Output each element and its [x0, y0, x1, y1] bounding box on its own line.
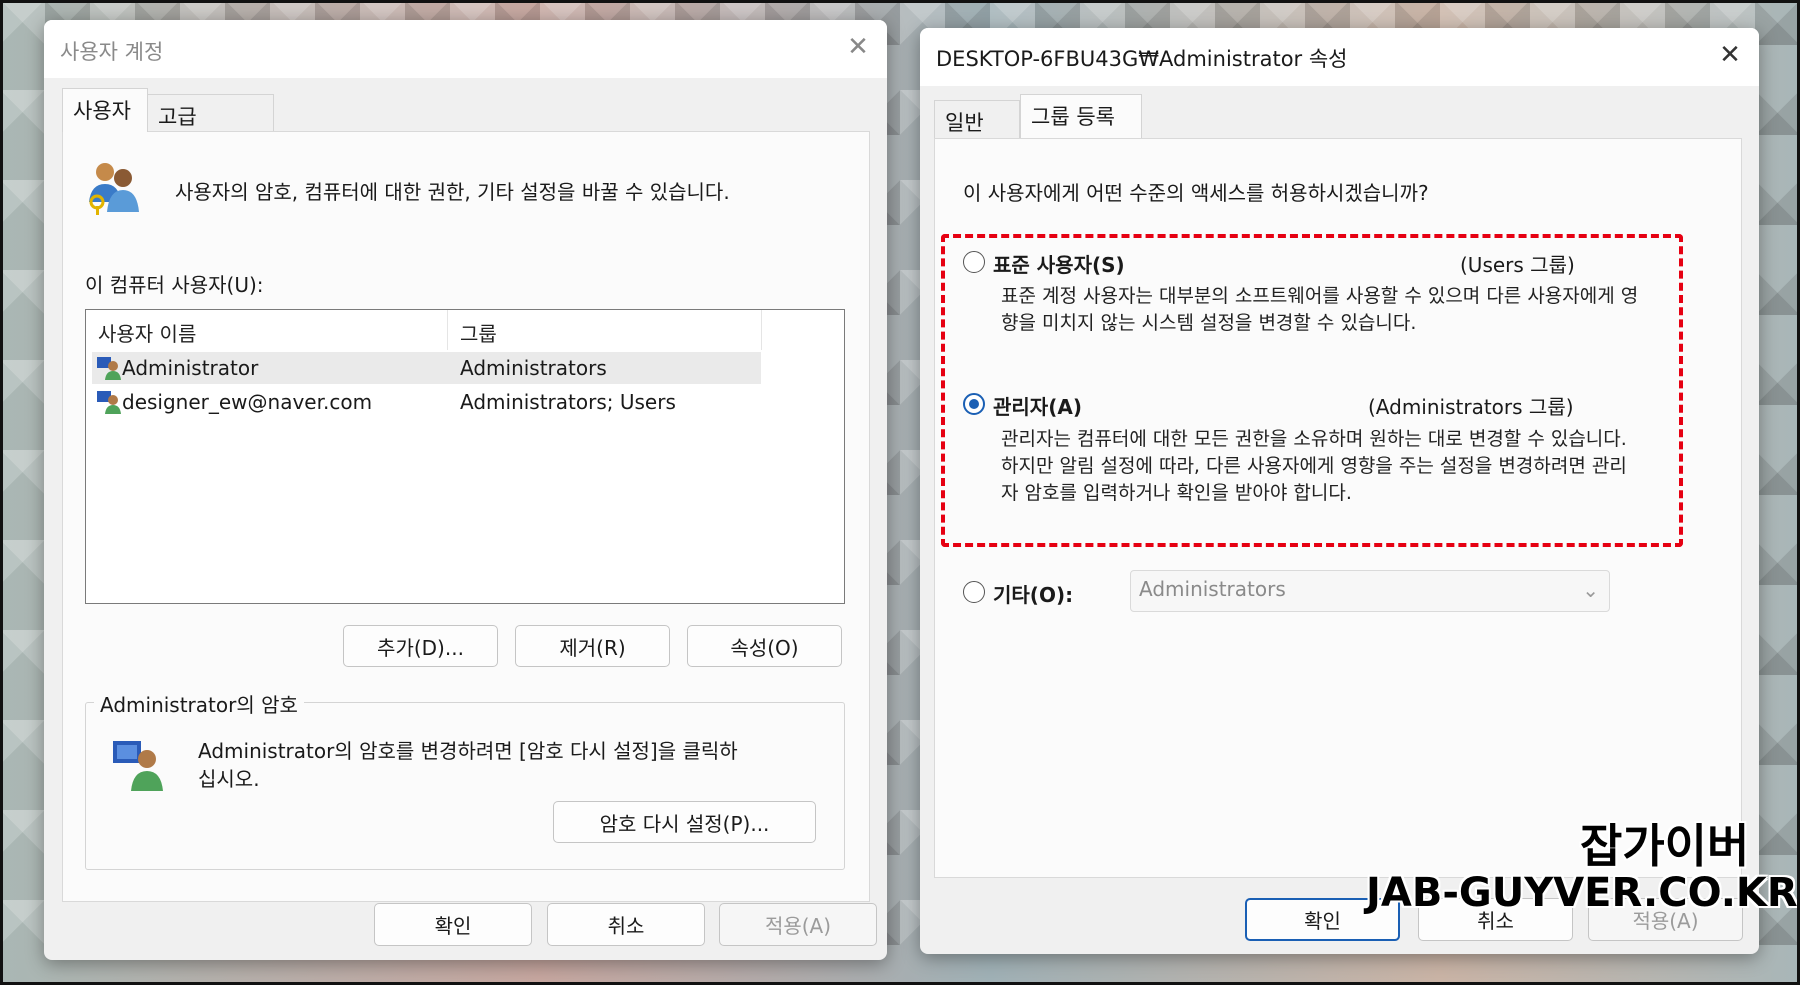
administrator-radio[interactable]	[963, 393, 985, 415]
standard-user-description: 표준 계정 사용자는 대부분의 소프트웨어를 사용할 수 있으며 다른 사용자에…	[1001, 285, 1639, 334]
password-text-line1: Administrator의 암호를 변경하려면 [암호 다시 설정]을 클릭하	[198, 739, 738, 763]
user-accounts-titlebar: 사용자 계정 ✕	[44, 20, 887, 78]
intro-text: 사용자의 암호, 컴퓨터에 대한 권한, 기타 설정을 바꿀 수 있습니다.	[175, 180, 730, 204]
other-radio[interactable]	[963, 581, 985, 603]
group-membership-panel: 이 사용자에게 어떤 수준의 액세스를 허용하시겠습니까? 표준 사용자(S) …	[934, 138, 1742, 878]
tab-users[interactable]: 사용자	[62, 88, 148, 132]
administrator-description: 관리자는 컴퓨터에 대한 모든 권한을 소유하며 원하는 대로 변경할 수 있습…	[1001, 428, 1627, 504]
administrator-label[interactable]: 관리자(A)	[993, 391, 1082, 420]
user-icon	[97, 357, 121, 380]
reset-password-button[interactable]: 암호 다시 설정(P)...	[553, 801, 816, 843]
standard-user-label[interactable]: 표준 사용자(S)	[993, 249, 1125, 278]
users-list-label: 이 컴퓨터 사용자(U):	[85, 273, 264, 297]
chevron-down-icon: ⌄	[1582, 578, 1599, 602]
user-name-cell: designer_ew@naver.com	[122, 390, 373, 414]
other-group-value: Administrators	[1139, 577, 1286, 601]
properties-titlebar: DESKTOP-6FBU43G₩Administrator 속성 ✕	[920, 28, 1759, 86]
add-button[interactable]: 추가(D)...	[343, 625, 498, 667]
watermark-korean: 잡가이버	[1580, 819, 1750, 873]
user-icon	[113, 741, 163, 791]
table-row[interactable]: Administrator Administrators	[92, 352, 761, 384]
remove-button[interactable]: 제거(R)	[515, 625, 670, 667]
standard-user-group: (Users 그룹)	[1460, 253, 1575, 277]
tab-general[interactable]: 일반	[934, 100, 1020, 138]
dialog-title: 사용자 계정	[60, 40, 164, 64]
dialog-title: DESKTOP-6FBU43G₩Administrator 속성	[936, 47, 1348, 71]
users-list[interactable]: 사용자 이름 그룹 Administrator Administrators d…	[85, 309, 845, 604]
cancel-button[interactable]: 취소	[547, 903, 705, 946]
watermark-url: JAB-GUYVER.CO.KR	[1366, 870, 1798, 916]
access-question: 이 사용자에게 어떤 수준의 액세스를 허용하시겠습니까?	[963, 181, 1429, 205]
user-icon	[97, 391, 121, 414]
close-icon[interactable]: ✕	[843, 32, 873, 62]
ok-button[interactable]: 확인	[374, 903, 532, 946]
user-group-cell: Administrators; Users	[460, 390, 676, 414]
administrator-group: (Administrators 그룹)	[1368, 395, 1574, 419]
password-text-line2: 십시오.	[198, 767, 260, 791]
close-icon[interactable]: ✕	[1715, 40, 1745, 70]
column-header-group[interactable]: 그룹	[448, 310, 760, 350]
users-icon	[89, 163, 139, 215]
tab-advanced[interactable]: 고급	[147, 94, 274, 132]
tab-group-membership[interactable]: 그룹 등록	[1020, 94, 1142, 138]
properties-button[interactable]: 속성(O)	[687, 625, 842, 667]
standard-user-radio[interactable]	[963, 251, 985, 273]
user-group-cell: Administrators	[460, 356, 607, 380]
user-accounts-dialog: 사용자 계정 ✕ 사용자 고급 사용자의 암호, 컴퓨터에 대한 권한, 기타 …	[44, 20, 887, 960]
users-tab-panel: 사용자의 암호, 컴퓨터에 대한 권한, 기타 설정을 바꿀 수 있습니다. 이…	[62, 131, 870, 902]
other-group-combobox[interactable]: Administrators ⌄	[1130, 570, 1610, 612]
user-name-cell: Administrator	[122, 356, 259, 380]
column-header-username[interactable]: 사용자 이름	[86, 310, 446, 350]
apply-button[interactable]: 적용(A)	[719, 903, 877, 946]
other-label[interactable]: 기타(O):	[993, 579, 1073, 608]
password-group-label: Administrator의 암호	[94, 689, 304, 718]
column-separator	[761, 310, 762, 350]
table-row[interactable]: designer_ew@naver.com Administrators; Us…	[92, 386, 761, 418]
